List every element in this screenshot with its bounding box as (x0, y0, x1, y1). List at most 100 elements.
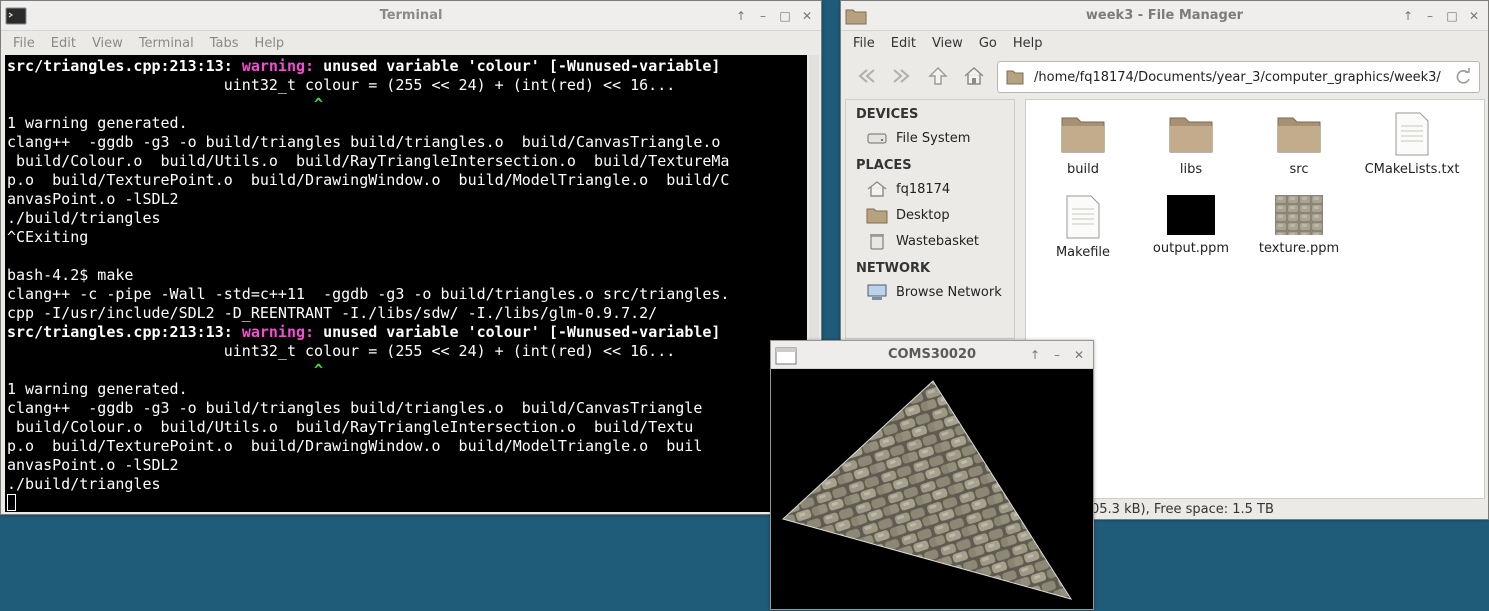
render-canvas[interactable] (773, 369, 1093, 609)
fm-sidebar: DEVICES File System PLACES fq18174 Deskt… (845, 99, 1015, 339)
trash-icon (870, 234, 884, 250)
file-name: libs (1179, 162, 1203, 177)
sdl-titlebar[interactable]: COMS30020 ↑ – ✕ (771, 341, 1093, 369)
terminal-titlebar[interactable]: Terminal ↑ – □ ✕ (1, 1, 821, 31)
back-arrow-icon (858, 69, 875, 83)
terminal-menu-tabs[interactable]: Tabs (202, 36, 247, 51)
textured-triangle (781, 380, 1073, 600)
file-name: CMakeLists.txt (1364, 162, 1460, 177)
terminal-menu-terminal[interactable]: Terminal (131, 36, 202, 51)
warning-message: unused variable 'colour' [-Wunused-varia… (314, 57, 721, 75)
sidebar-item-label: fq18174 (896, 181, 951, 197)
window-icon (775, 347, 797, 365)
reload-icon[interactable] (1453, 67, 1473, 87)
fm-menu-view[interactable]: View (924, 36, 971, 51)
black-image-thumbnail (1167, 195, 1215, 235)
fm-menu-go[interactable]: Go (971, 36, 1005, 51)
home-icon (867, 181, 887, 197)
file-item-build[interactable]: build (1033, 112, 1133, 177)
terminal-line: ^ (7, 95, 805, 114)
desktop-folder-icon (866, 208, 888, 224)
back-button[interactable] (851, 61, 881, 91)
terminal-line: bash-4.2$ make (7, 266, 134, 284)
sidebar-item-file-system[interactable]: File System (846, 125, 1014, 151)
sdl-minimize-button[interactable]: – (1047, 346, 1067, 364)
sidebar-item-label: Browse Network (896, 284, 1002, 300)
file-icon-view[interactable]: build libs src CMakeLists.txt Makefile o… (1025, 99, 1485, 499)
terminal-line: clang++ -ggdb -g3 -o build/triangles bui… (7, 133, 721, 151)
terminal-line: anvasPoint.o -lSDL2 (7, 456, 179, 474)
terminal-line: src/triangles.cpp:213:13: warning: unuse… (7, 323, 805, 342)
terminal-title: Terminal (379, 8, 443, 23)
sidebar-item-home[interactable]: fq18174 (846, 176, 1014, 202)
terminal-menu-view[interactable]: View (84, 36, 131, 51)
terminal-menu-file[interactable]: File (5, 36, 43, 51)
sidebar-item-label: File System (896, 130, 971, 146)
terminal-line: src/triangles.cpp:213:13: warning: unuse… (7, 57, 805, 76)
terminal-line: clang++ -c -pipe -Wall -std=c++11 -ggdb … (7, 285, 730, 303)
text-file-icon (1395, 112, 1429, 156)
file-name: texture.ppm (1258, 241, 1340, 256)
terminal-line: build/Colour.o build/Utils.o build/RayTr… (7, 418, 694, 436)
terminal-close-button[interactable]: ✕ (797, 7, 817, 25)
file-item-src[interactable]: src (1249, 112, 1349, 177)
terminal-menu-edit[interactable]: Edit (43, 36, 84, 51)
terminal-minimize-button[interactable]: – (753, 7, 773, 25)
text-file-icon (1066, 195, 1100, 239)
fm-menu-help[interactable]: Help (1005, 36, 1051, 51)
terminal-shade-button[interactable]: ↑ (731, 7, 751, 25)
terminal-line: p.o build/TexturePoint.o build/DrawingWi… (7, 171, 730, 189)
file-item-libs[interactable]: libs (1141, 112, 1241, 177)
warning-label: warning: (241, 323, 315, 341)
terminal-menubar: File Edit View Terminal Tabs Help (1, 31, 821, 55)
file-item-texture-ppm[interactable]: texture.ppm (1249, 195, 1349, 256)
terminal-line: ./build/triangles (7, 209, 161, 227)
sidebar-item-wastebasket[interactable]: Wastebasket (846, 228, 1014, 254)
fm-menu-file[interactable]: File (845, 36, 883, 51)
terminal-line: ./build/triangles (7, 475, 161, 493)
up-arrow-icon (928, 67, 948, 85)
forward-arrow-icon (893, 69, 910, 83)
file-name: build (1067, 162, 1099, 177)
terminal-line: uint32_t colour = (255 << 24) + (int(red… (7, 76, 676, 94)
terminal-line: 1 warning generated. (7, 114, 188, 132)
sidebar-item-browse-network[interactable]: Browse Network (846, 279, 1014, 305)
devices-heading: DEVICES (856, 107, 919, 122)
terminal-line: uint32_t colour = (255 << 24) + (int(red… (7, 342, 676, 360)
terminal-line: ^ (7, 361, 805, 380)
parent-folder-button[interactable] (923, 61, 953, 91)
fm-menubar: File Edit View Go Help (841, 31, 1488, 55)
fm-menu-edit[interactable]: Edit (883, 36, 924, 51)
location-path: /home/fq18174/Documents/year_3/computer_… (1034, 69, 1441, 85)
fm-maximize-button[interactable]: □ (1442, 7, 1462, 25)
terminal-line: ^CExiting (7, 228, 89, 246)
terminal-line: cpp -I/usr/include/SDL2 -D_REENTRANT -I.… (7, 304, 658, 322)
sdl-close-button[interactable]: ✕ (1069, 346, 1089, 364)
file-item-output-ppm[interactable]: output.ppm (1141, 195, 1241, 256)
warning-label: warning: (241, 57, 315, 75)
folder-icon (1061, 117, 1105, 153)
folder-icon (1169, 117, 1213, 153)
file-item-makefile[interactable]: Makefile (1033, 195, 1133, 260)
file-manager-title: week3 - File Manager (1085, 8, 1244, 23)
forward-button[interactable] (887, 61, 917, 91)
home-button[interactable] (959, 61, 989, 91)
sdl-shade-button[interactable]: ↑ (1025, 346, 1045, 364)
network-icon (867, 284, 887, 300)
file-manager-titlebar[interactable]: week3 - File Manager ↑ – □ ✕ (841, 1, 1488, 31)
fm-minimize-button[interactable]: – (1420, 7, 1440, 25)
folder-app-icon (845, 9, 867, 25)
fm-close-button[interactable]: ✕ (1464, 7, 1484, 25)
terminal-maximize-button[interactable]: □ (775, 7, 795, 25)
fm-shade-button[interactable]: ↑ (1398, 7, 1418, 25)
location-bar[interactable]: /home/fq18174/Documents/year_3/computer_… (997, 61, 1480, 93)
terminal-menu-help[interactable]: Help (247, 36, 293, 51)
file-item-cmakelists[interactable]: CMakeLists.txt (1357, 112, 1467, 177)
stone-texture-thumbnail (1275, 195, 1323, 235)
terminal-output[interactable]: src/triangles.cpp:213:13: warning: unuse… (5, 55, 807, 512)
sidebar-item-label: Desktop (896, 207, 950, 223)
sidebar-item-desktop[interactable]: Desktop (846, 202, 1014, 228)
terminal-icon (5, 7, 27, 25)
error-location: src/triangles.cpp:213:13: (7, 57, 242, 75)
